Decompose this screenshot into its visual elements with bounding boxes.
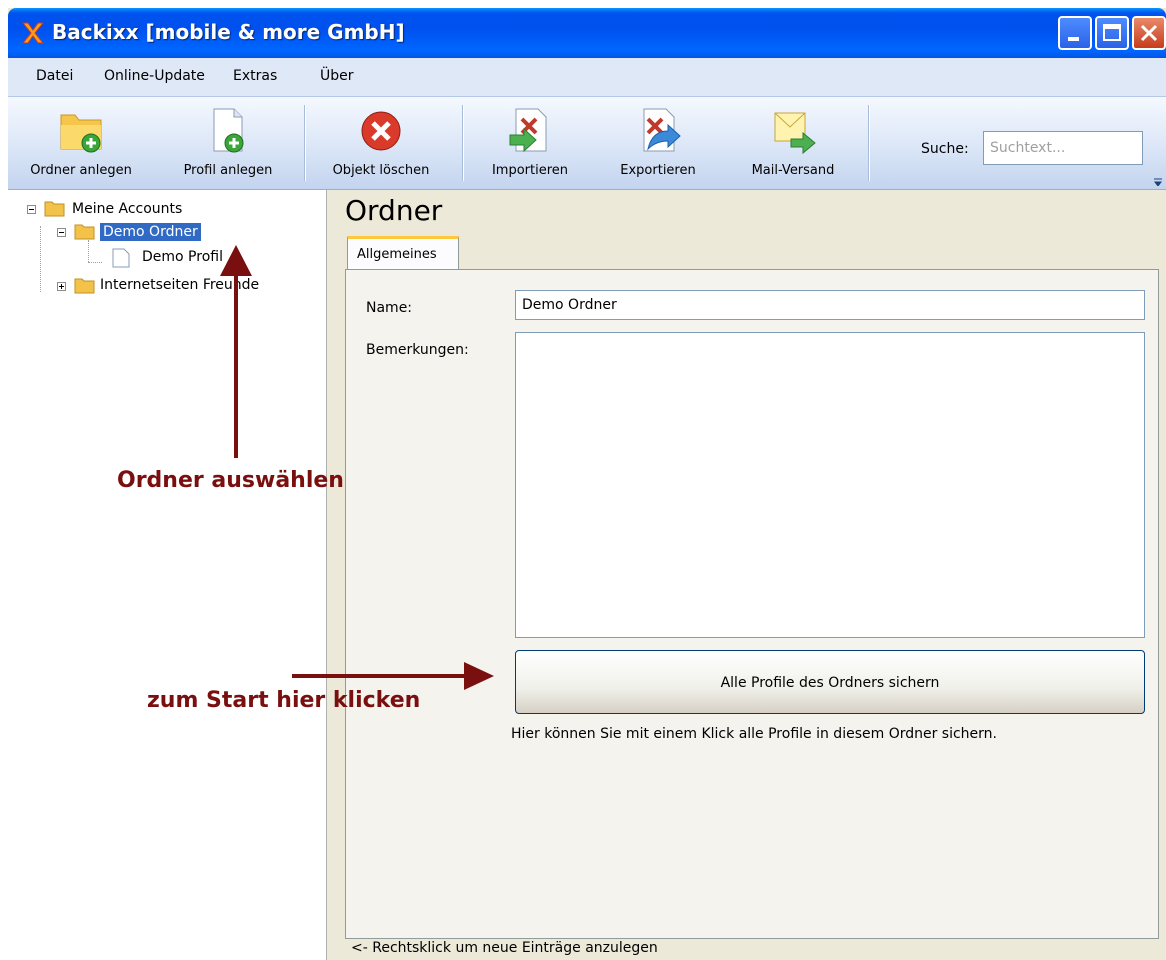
import-label: Importieren xyxy=(491,163,569,178)
details-pane: Ordner Allgemeines Name: Bemerkungen: Al… xyxy=(327,190,1166,960)
minimize-button[interactable] xyxy=(1058,16,1092,50)
tab-panel: Name: Bemerkungen: Alle Profile des Ordn… xyxy=(345,269,1159,939)
name-label: Name: xyxy=(366,300,413,316)
profile-add-icon xyxy=(213,108,244,153)
close-icon xyxy=(1140,24,1158,42)
maximize-button[interactable] xyxy=(1095,16,1129,50)
menu-ueber[interactable]: Über xyxy=(320,68,354,84)
title-bar[interactable]: Backixx [mobile & more GmbH] xyxy=(8,8,1166,58)
search-label: Suche: xyxy=(921,141,969,157)
delete-icon xyxy=(361,111,401,151)
tree-line xyxy=(40,226,42,292)
import-button[interactable]: Importieren xyxy=(470,101,590,185)
backup-hint: Hier können Sie mit einem Klick alle Pro… xyxy=(511,726,998,742)
mail-send-button[interactable]: Mail-Versand xyxy=(728,101,858,185)
tree-label-selected: Demo Ordner xyxy=(100,223,201,241)
page-title: Ordner xyxy=(345,194,443,227)
search-input[interactable] xyxy=(983,131,1143,165)
export-label: Exportieren xyxy=(620,163,696,178)
tree-item-demo-profil[interactable]: Demo Profil xyxy=(102,248,302,268)
menu-datei[interactable]: Datei xyxy=(36,68,73,84)
toolbar-overflow-icon[interactable] xyxy=(1154,178,1162,186)
export-button[interactable]: Exportieren xyxy=(596,101,720,185)
delete-object-button[interactable]: Objekt löschen xyxy=(316,101,446,185)
menu-bar: Datei Online-Update Extras Über xyxy=(8,58,1166,97)
new-profile-button[interactable]: Profil anlegen xyxy=(168,101,288,185)
footer-hint: <- Rechtsklick um neue Einträge anzulege… xyxy=(351,940,658,956)
tree-label: Meine Accounts xyxy=(72,201,183,217)
tree-item-meine-accounts[interactable]: Meine Accounts xyxy=(26,200,306,220)
name-field[interactable] xyxy=(515,290,1145,320)
backup-all-profiles-button[interactable]: Alle Profile des Ordners sichern xyxy=(515,650,1145,714)
tab-label: Allgemeines xyxy=(357,247,437,262)
tree-item-demo-ordner[interactable]: Demo Ordner xyxy=(52,222,282,242)
new-profile-label: Profil anlegen xyxy=(183,163,273,178)
tab-allgemeines[interactable]: Allgemeines xyxy=(347,236,459,270)
annotation-select-folder: Ordner auswählen xyxy=(117,468,344,493)
maximize-icon xyxy=(1103,24,1121,41)
annotation-click-start: zum Start hier klicken xyxy=(147,688,421,713)
toolbar-separator xyxy=(462,105,464,181)
minimize-icon xyxy=(1068,37,1079,41)
close-button[interactable] xyxy=(1132,16,1166,50)
mail-send-icon xyxy=(774,112,816,155)
folder-open-icon xyxy=(44,201,65,217)
new-folder-label: Ordner anlegen xyxy=(30,163,132,178)
tree-line xyxy=(88,240,90,262)
account-tree[interactable]: Meine Accounts Demo Ordner Demo Profil I… xyxy=(8,190,327,960)
toolbar-separator xyxy=(304,105,306,181)
folder-icon xyxy=(74,278,95,294)
collapse-icon[interactable] xyxy=(27,205,36,214)
window-title: Backixx [mobile & more GmbH] xyxy=(52,20,405,44)
collapse-icon[interactable] xyxy=(57,228,66,237)
import-icon xyxy=(509,108,547,153)
tree-label: Internetseiten Freunde xyxy=(100,277,260,293)
remarks-label: Bemerkungen: xyxy=(366,342,469,358)
backixx-logo-icon xyxy=(21,22,45,44)
delete-object-label: Objekt löschen xyxy=(332,163,430,178)
tree-line xyxy=(88,262,102,264)
document-icon xyxy=(112,248,130,268)
export-icon xyxy=(643,108,681,152)
toolbar-separator xyxy=(868,105,870,181)
folder-open-icon xyxy=(74,224,95,240)
tree-label: Demo Profil xyxy=(142,249,223,265)
menu-extras[interactable]: Extras xyxy=(233,68,277,84)
tree-item-internetseiten-freunde[interactable]: Internetseiten Freunde xyxy=(52,276,332,296)
mail-send-label: Mail-Versand xyxy=(751,163,835,178)
expand-icon[interactable] xyxy=(57,282,66,291)
menu-online-update[interactable]: Online-Update xyxy=(104,68,205,84)
remarks-field[interactable] xyxy=(515,332,1145,638)
folder-add-icon xyxy=(60,114,102,153)
new-folder-button[interactable]: Ordner anlegen xyxy=(16,101,146,185)
